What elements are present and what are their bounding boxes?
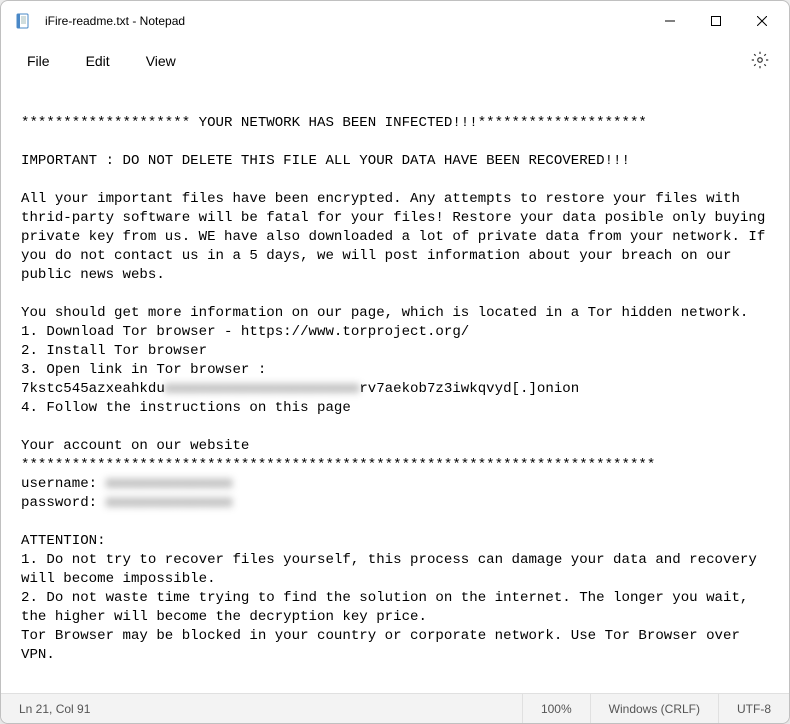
password-redacted: xxxxxxxxxxxxxxx xyxy=(106,494,233,513)
username-label: username: xyxy=(21,476,106,492)
text-line: 2. Install Tor browser xyxy=(21,343,207,359)
text-paragraph: 2. Do not waste time trying to find the … xyxy=(21,590,757,625)
menubar: File Edit View xyxy=(1,41,789,81)
statusbar: Ln 21, Col 91 100% Windows (CRLF) UTF-8 xyxy=(1,693,789,723)
onion-suffix: rv7aekob7z3iwkqvyd[.]onion xyxy=(359,381,579,397)
text-paragraph: All your important files have been encry… xyxy=(21,191,774,283)
status-line-ending: Windows (CRLF) xyxy=(590,694,718,723)
notepad-window: iFire-readme.txt - Notepad File Edit Vie… xyxy=(0,0,790,724)
menu-view[interactable]: View xyxy=(132,47,190,75)
text-line: 1. Download Tor browser - https://www.to… xyxy=(21,324,469,340)
status-cursor-position: Ln 21, Col 91 xyxy=(1,694,130,723)
maximize-button[interactable] xyxy=(693,5,739,37)
minimize-button[interactable] xyxy=(647,5,693,37)
text-line: ATTENTION: xyxy=(21,533,106,549)
text-paragraph: Tor Browser may be blocked in your count… xyxy=(21,628,748,663)
titlebar: iFire-readme.txt - Notepad xyxy=(1,1,789,41)
text-paragraph: 1. Do not try to recover files yourself,… xyxy=(21,552,765,587)
close-button[interactable] xyxy=(739,5,785,37)
gear-icon xyxy=(751,51,769,72)
username-redacted: xxxxxxxxxxxxxxx xyxy=(106,475,233,494)
text-line: Your account on our website xyxy=(21,438,249,454)
text-line: IMPORTANT : DO NOT DELETE THIS FILE ALL … xyxy=(21,153,630,169)
status-encoding: UTF-8 xyxy=(718,694,789,723)
text-line: ****************************************… xyxy=(21,457,655,473)
menu-edit[interactable]: Edit xyxy=(72,47,124,75)
text-editor-area[interactable]: ******************** YOUR NETWORK HAS BE… xyxy=(1,81,789,693)
text-line: 4. Follow the instructions on this page xyxy=(21,400,351,416)
text-line: ******************** YOUR NETWORK HAS BE… xyxy=(21,115,647,131)
text-line: You should get more information on our p… xyxy=(21,305,748,321)
notepad-app-icon xyxy=(15,13,31,29)
window-controls xyxy=(647,5,785,37)
password-label: password: xyxy=(21,495,106,511)
window-title: iFire-readme.txt - Notepad xyxy=(45,14,647,28)
text-line: 3. Open link in Tor browser : xyxy=(21,362,266,378)
status-zoom[interactable]: 100% xyxy=(522,694,590,723)
settings-button[interactable] xyxy=(743,44,777,78)
menu-file[interactable]: File xyxy=(13,47,64,75)
onion-redacted: xxxxxxxxxxxxxxxxxxxxxxx xyxy=(165,380,360,399)
onion-prefix: 7kstc545azxeahkdu xyxy=(21,381,165,397)
